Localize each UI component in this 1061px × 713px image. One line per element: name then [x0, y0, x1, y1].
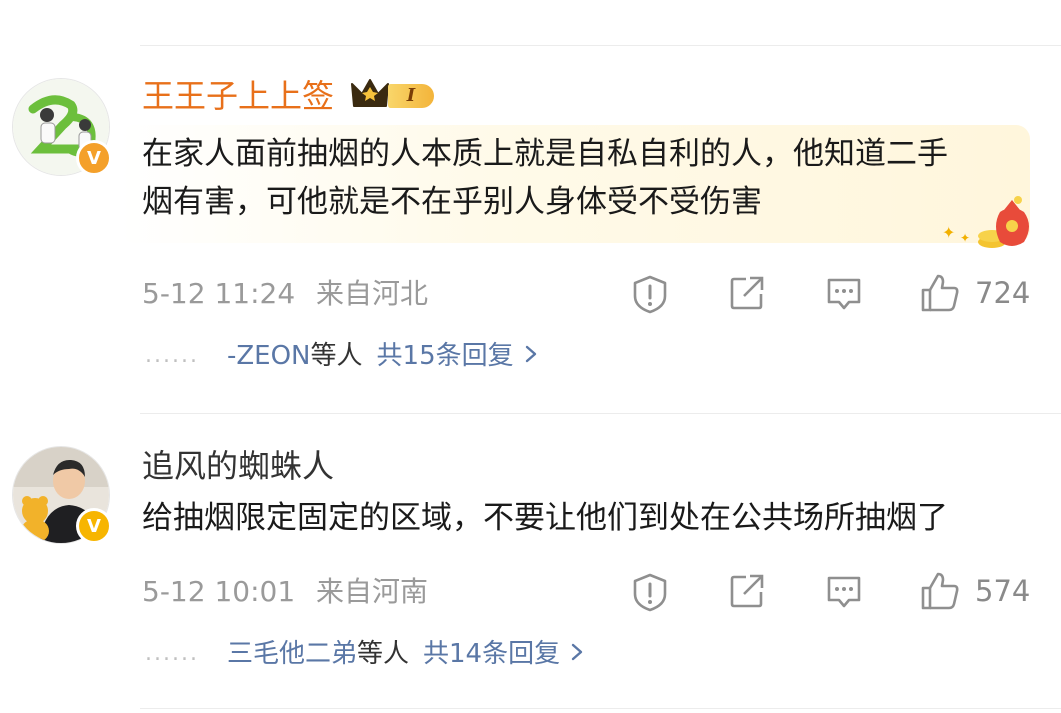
reply-names[interactable]: -ZEON	[227, 338, 311, 374]
like-button[interactable]: 574	[919, 570, 1030, 612]
comment-divider	[140, 413, 1061, 414]
thumbs-up-icon	[919, 570, 961, 612]
share-icon	[728, 274, 766, 312]
verified-badge: V	[76, 508, 112, 544]
share-icon	[728, 572, 766, 610]
comment-meta: 5-12 10:01 来自河南	[142, 574, 428, 610]
bottom-divider	[140, 708, 1061, 709]
verified-badge: V	[76, 140, 112, 176]
share-button[interactable]	[728, 572, 766, 610]
comment-date: 5-12 11:24	[142, 277, 296, 310]
replies-link[interactable]: ...... 三毛他二弟 等人 共14条回复	[145, 636, 584, 672]
like-button[interactable]: 724	[919, 272, 1030, 314]
chevron-right-icon	[570, 636, 584, 672]
reply-suffix: 等人	[356, 639, 409, 669]
comment-button[interactable]	[825, 276, 863, 312]
avatar[interactable]: V	[12, 78, 112, 176]
share-button[interactable]	[728, 274, 766, 312]
replies-link[interactable]: ...... -ZEON 等人 共15条回复	[145, 338, 538, 374]
comment-icon	[825, 276, 863, 312]
money-bag-icon: ✦ ✦	[938, 190, 1038, 258]
like-count: 574	[975, 574, 1031, 608]
comment-text: 在家人面前抽烟的人本质上就是自私自利的人，他知道二手 烟有害，可他就是不在乎别人…	[142, 130, 948, 226]
report-button[interactable]	[631, 274, 669, 314]
comment-text-line: 在家人面前抽烟的人本质上就是自私自利的人，他知道二手	[142, 136, 948, 172]
svg-text:✦: ✦	[960, 231, 970, 245]
comment-button[interactable]	[825, 574, 863, 610]
reply-suffix: 等人	[310, 341, 363, 371]
thumbs-up-icon	[919, 272, 961, 314]
avatar[interactable]: V	[12, 446, 112, 544]
comment-text: 给抽烟限定固定的区域，不要让他们到处在公共场所抽烟了	[142, 500, 948, 536]
chevron-right-icon	[524, 338, 538, 374]
warning-icon	[631, 274, 669, 314]
comment-location: 来自河南	[316, 575, 429, 608]
username[interactable]: 王王子上上签	[142, 76, 334, 116]
comment-icon	[825, 574, 863, 610]
comment-text-line: 烟有害，可他就是不在乎别人身体受不受伤害	[142, 184, 762, 220]
vip-level: I	[388, 84, 434, 108]
comment-date: 5-12 10:01	[142, 575, 296, 608]
reply-total[interactable]: 共15条回复	[377, 338, 514, 374]
replies-dots: ......	[145, 343, 199, 368]
reply-total[interactable]: 共14条回复	[423, 636, 560, 672]
comment-location: 来自河北	[316, 277, 429, 310]
username[interactable]: 追风的蜘蛛人	[142, 446, 334, 486]
report-button[interactable]	[631, 572, 669, 612]
vip-badge[interactable]: I	[350, 76, 434, 116]
comment-meta: 5-12 11:24 来自河北	[142, 276, 428, 312]
crown-icon	[350, 76, 390, 116]
like-count: 724	[975, 276, 1031, 310]
replies-dots: ......	[145, 641, 199, 666]
top-divider	[140, 45, 1061, 46]
warning-icon	[631, 572, 669, 612]
reply-names[interactable]: 三毛他二弟	[227, 636, 357, 672]
